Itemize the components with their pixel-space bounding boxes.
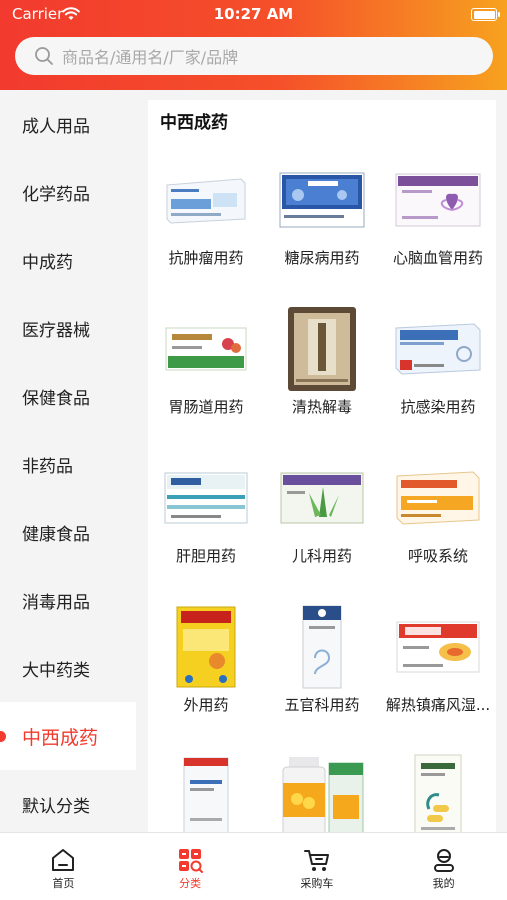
category-item[interactable]: 抗感染用药 bbox=[380, 293, 496, 442]
sidebar-item-default[interactable]: 默认分类 bbox=[0, 770, 136, 838]
pediatric-drug-box-icon bbox=[274, 454, 370, 542]
category-item[interactable]: 胃肠道用药 bbox=[148, 293, 264, 442]
category-icon bbox=[175, 845, 205, 875]
category-label: 抗感染用药 bbox=[400, 398, 476, 416]
category-content: 中西成药 抗肿瘤用药 糖尿病用药 心脑血管用药 胃肠道用药 清热解毒 抗感染用药… bbox=[148, 100, 496, 832]
sidebar-item-chemical-drugs[interactable]: 化学药品 bbox=[0, 158, 136, 226]
sidebar-item-label: 医疗器械 bbox=[22, 320, 90, 341]
detox-granule-bag-icon bbox=[274, 305, 370, 393]
sidebar-item-adult-products[interactable]: 成人用品 bbox=[0, 90, 136, 158]
category-item[interactable] bbox=[148, 740, 264, 832]
gastro-drug-box-icon bbox=[158, 305, 254, 393]
search-placeholder: 商品名/通用名/厂家/品牌 bbox=[62, 48, 239, 67]
category-label: 胃肠道用药 bbox=[168, 398, 244, 416]
category-label: 解热镇痛风湿... bbox=[385, 696, 491, 714]
category-item[interactable]: 儿科用药 bbox=[264, 442, 380, 591]
search-icon bbox=[34, 46, 54, 66]
category-item[interactable]: 五官科用药 bbox=[264, 591, 380, 740]
category-item[interactable]: 解热镇痛风湿... bbox=[380, 591, 496, 740]
sidebar-item-label: 中西成药 bbox=[22, 726, 99, 749]
plaster-box-icon bbox=[158, 603, 254, 691]
tab-label: 采购车 bbox=[300, 877, 334, 890]
category-label: 心脑血管用药 bbox=[392, 249, 483, 267]
battery-icon bbox=[471, 8, 500, 21]
tumor-drug-box-icon bbox=[158, 156, 254, 244]
category-label: 抗肿瘤用药 bbox=[168, 249, 244, 267]
category-label: 糖尿病用药 bbox=[284, 249, 360, 267]
sidebar-item-label: 中成药 bbox=[22, 252, 73, 273]
sidebar-item-label: 非药品 bbox=[22, 456, 73, 477]
sidebar-item-disinfection[interactable]: 消毒用品 bbox=[0, 566, 136, 634]
category-label: 呼吸系统 bbox=[407, 547, 468, 565]
tab-label: 分类 bbox=[179, 877, 202, 890]
sidebar-item-herbal-medicine[interactable]: 大中药类 bbox=[0, 634, 136, 702]
sidebar-item-health-supplements[interactable]: 保健食品 bbox=[0, 362, 136, 430]
status-bar: Carrier 10:27 AM bbox=[0, 0, 507, 30]
sidebar-item-label: 大中药类 bbox=[22, 660, 90, 681]
category-label: 五官科用药 bbox=[284, 696, 360, 714]
tablet-box-icon bbox=[158, 752, 254, 832]
profile-icon bbox=[429, 845, 459, 875]
capsule-box-icon bbox=[390, 752, 486, 832]
liver-drug-box-icon bbox=[158, 454, 254, 542]
sidebar-item-label: 保健食品 bbox=[22, 388, 90, 409]
category-label: 外用药 bbox=[183, 696, 229, 714]
analgesic-drug-box-icon bbox=[390, 603, 486, 691]
tab-home[interactable]: 首页 bbox=[0, 833, 127, 900]
category-item[interactable]: 心脑血管用药 bbox=[380, 144, 496, 293]
pill-bottle-icon bbox=[274, 752, 370, 832]
category-item[interactable]: 清热解毒 bbox=[264, 293, 380, 442]
category-label: 清热解毒 bbox=[291, 398, 352, 416]
clock: 10:27 AM bbox=[213, 5, 294, 23]
sidebar-item-health-food[interactable]: 健康食品 bbox=[0, 498, 136, 566]
category-label: 肝胆用药 bbox=[175, 547, 236, 565]
header: Carrier 10:27 AM 商品名/通用名/厂家/品牌 bbox=[0, 0, 507, 90]
sidebar-item-chinese-patent-medicine[interactable]: 中成药 bbox=[0, 226, 136, 294]
diabetes-drug-box-icon bbox=[274, 156, 370, 244]
sidebar-item-label: 默认分类 bbox=[22, 796, 90, 817]
sidebar-item-medical-devices[interactable]: 医疗器械 bbox=[0, 294, 136, 362]
sidebar-item-label: 成人用品 bbox=[22, 116, 90, 137]
category-item[interactable]: 肝胆用药 bbox=[148, 442, 264, 591]
sidebar-item-label: 健康食品 bbox=[22, 524, 90, 545]
category-item[interactable]: 抗肿瘤用药 bbox=[148, 144, 264, 293]
search-bar[interactable]: 商品名/通用名/厂家/品牌 bbox=[15, 37, 493, 75]
category-sidebar: 成人用品 化学药品 中成药 医疗器械 保健食品 非药品 健康食品 消毒用品 大中… bbox=[0, 90, 136, 832]
sidebar-item-label: 消毒用品 bbox=[22, 592, 90, 613]
category-item[interactable] bbox=[380, 740, 496, 832]
category-label: 儿科用药 bbox=[291, 547, 352, 565]
cardio-drug-box-icon bbox=[390, 156, 486, 244]
sidebar-item-non-drugs[interactable]: 非药品 bbox=[0, 430, 136, 498]
bottom-tab-bar: 首页 分类 采购车 我的 bbox=[0, 832, 507, 900]
tab-category[interactable]: 分类 bbox=[127, 833, 254, 900]
home-icon bbox=[48, 845, 78, 875]
cart-icon bbox=[302, 845, 332, 875]
tab-label: 我的 bbox=[432, 877, 455, 890]
tab-profile[interactable]: 我的 bbox=[380, 833, 507, 900]
sidebar-item-label: 化学药品 bbox=[22, 184, 90, 205]
category-item[interactable] bbox=[264, 740, 380, 832]
tab-cart[interactable]: 采购车 bbox=[254, 833, 381, 900]
respiratory-granule-box-icon bbox=[390, 454, 486, 542]
category-item[interactable]: 呼吸系统 bbox=[380, 442, 496, 591]
ent-drug-box-icon bbox=[274, 603, 370, 691]
category-item[interactable]: 外用药 bbox=[148, 591, 264, 740]
category-item[interactable]: 糖尿病用药 bbox=[264, 144, 380, 293]
sidebar-item-western-chinese-medicine[interactable]: 中西成药 bbox=[0, 702, 136, 770]
anti-infection-drug-box-icon bbox=[390, 305, 486, 393]
section-title: 中西成药 bbox=[160, 113, 228, 133]
tab-label: 首页 bbox=[52, 877, 75, 890]
